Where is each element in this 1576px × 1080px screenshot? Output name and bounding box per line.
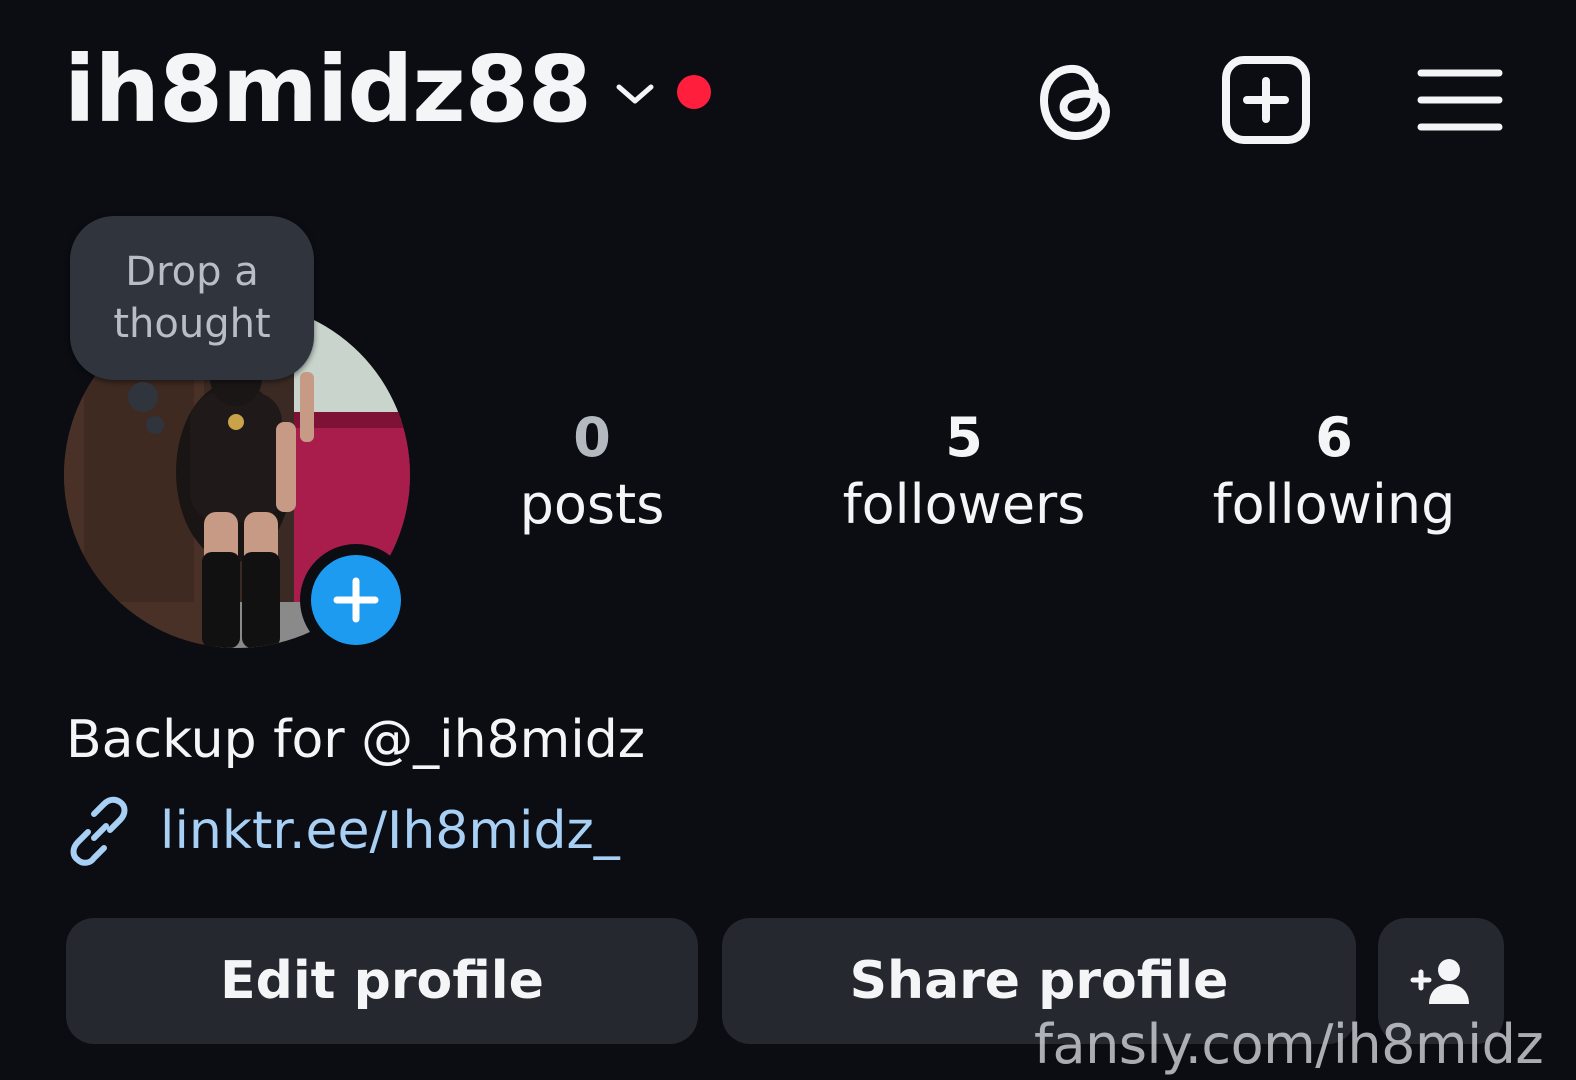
username-title[interactable]: ih8midz88 — [64, 44, 592, 136]
bio-link[interactable]: linktr.ee/Ih8midz_ — [64, 796, 620, 866]
following-stat[interactable]: 6 following — [1204, 406, 1464, 540]
posts-stat[interactable]: 0 posts — [492, 406, 692, 540]
bio-text: Backup for @_ih8midz — [66, 710, 646, 770]
followers-label: followers — [842, 473, 1086, 536]
note-line-2: thought — [113, 301, 271, 347]
note-tail-small — [146, 416, 164, 434]
profile-header: ih8midz88 — [64, 44, 711, 136]
edit-profile-button[interactable]: Edit profile — [66, 918, 698, 1044]
followers-stat[interactable]: 5 followers — [834, 406, 1094, 540]
threads-icon[interactable] — [1028, 52, 1124, 148]
posts-label: posts — [519, 473, 665, 536]
followers-count: 5 — [945, 406, 983, 469]
chevron-down-icon[interactable] — [613, 79, 657, 109]
note-tail — [128, 382, 158, 412]
hamburger-menu-icon[interactable] — [1412, 52, 1508, 148]
following-count: 6 — [1315, 406, 1353, 469]
posts-count: 0 — [573, 406, 611, 469]
add-person-icon — [1410, 959, 1469, 1004]
add-story-button[interactable] — [300, 544, 412, 656]
profile-screen: ih8midz88 Drop a thought 0 posts 5 follo… — [0, 0, 1576, 1080]
note-line-1: Drop a — [125, 249, 259, 295]
new-post-icon[interactable] — [1218, 52, 1314, 148]
bio-link-text: linktr.ee/Ih8midz_ — [160, 801, 620, 861]
link-icon — [70, 796, 128, 866]
watermark-text: fansly.com/ih8midz — [1034, 1013, 1544, 1076]
plus-icon — [311, 555, 401, 645]
notification-dot — [676, 75, 711, 109]
note-bubble[interactable]: Drop a thought — [70, 216, 314, 380]
following-label: following — [1212, 473, 1456, 536]
